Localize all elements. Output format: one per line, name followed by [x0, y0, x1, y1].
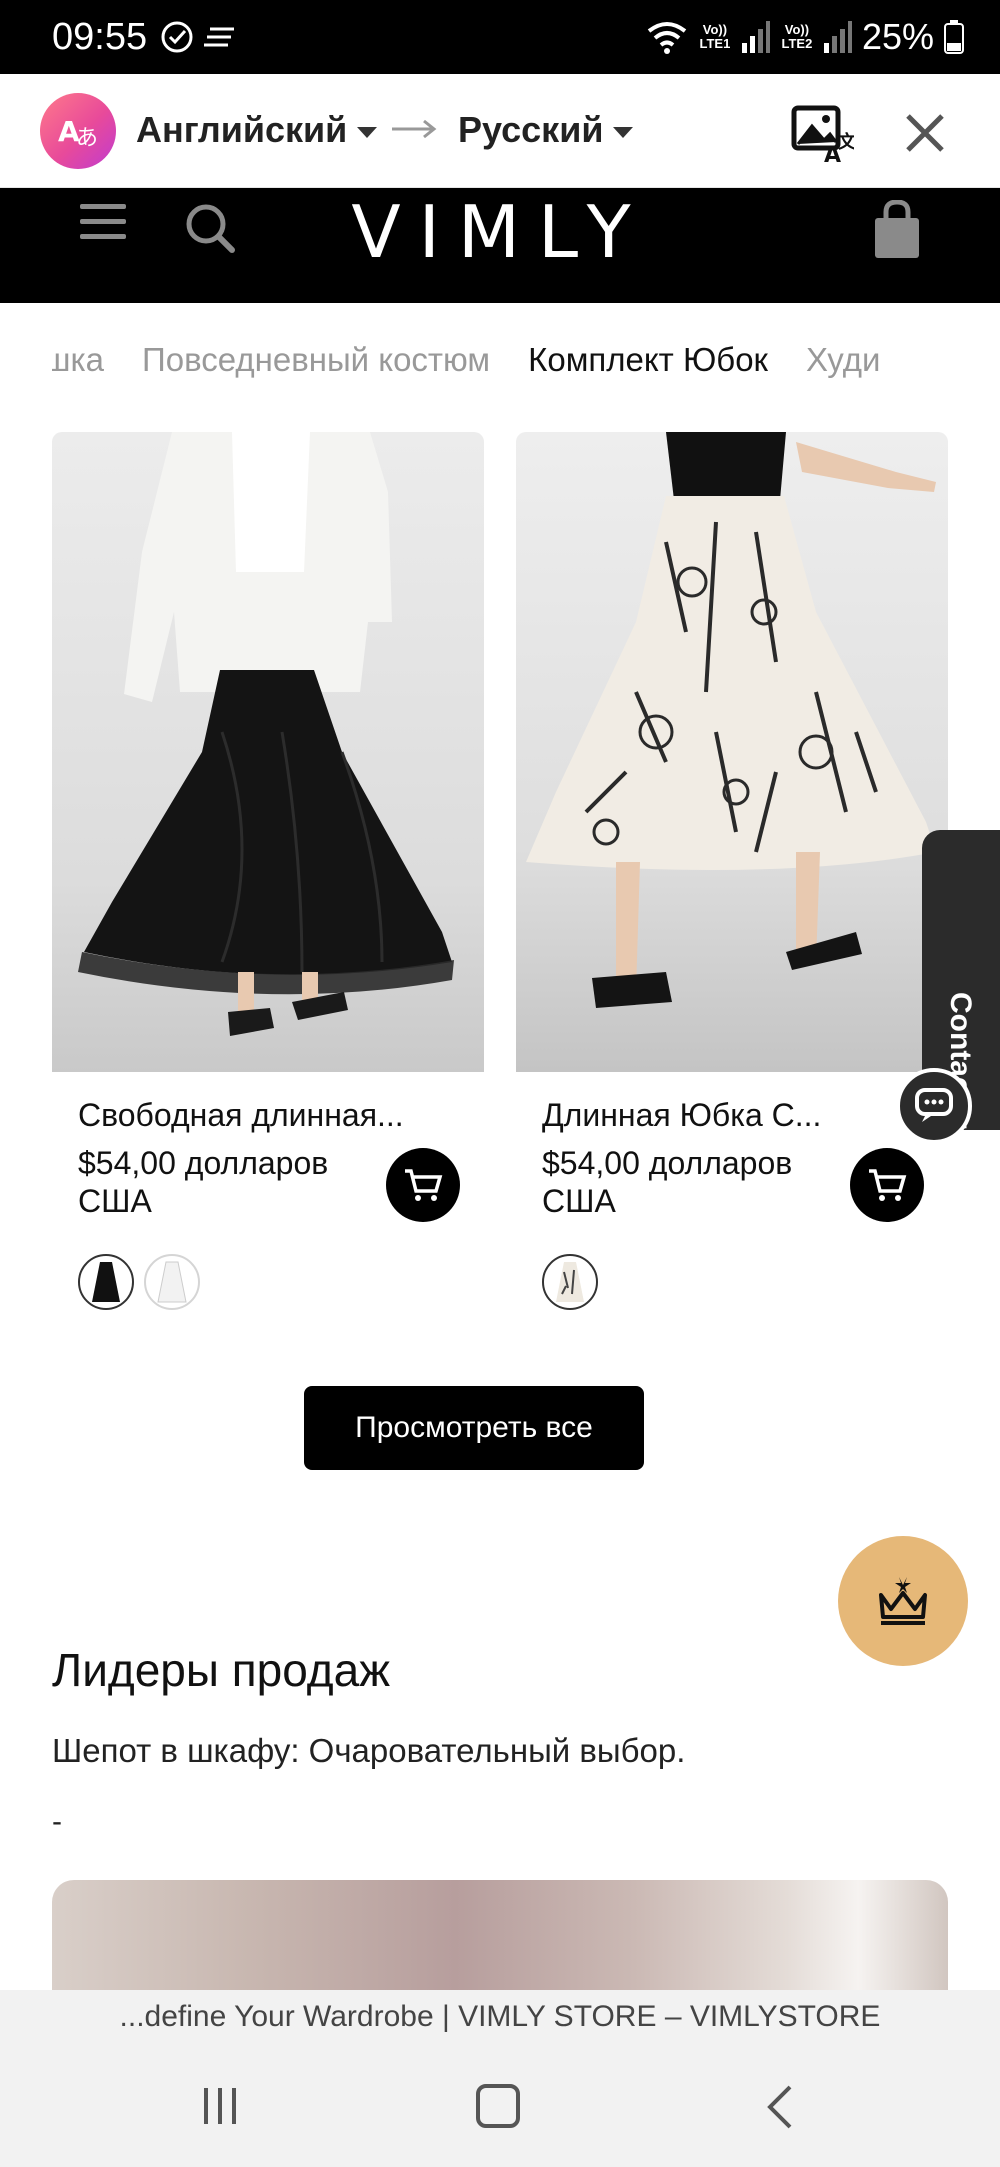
category-tab-active[interactable]: Комплект Юбок: [528, 335, 768, 385]
status-bar: 09:55 Vo)) LTE1 Vo)) LTE2 25%: [0, 0, 1000, 74]
status-right-icons: Vo)) LTE1 Vo)) LTE2 25%: [646, 14, 964, 60]
sim1-label: Vo)) LTE1: [699, 22, 731, 51]
translate-logo-icon[interactable]: A あ: [40, 93, 116, 169]
battery-icon: [944, 20, 964, 54]
check-circle-icon: [161, 21, 193, 53]
system-nav-bar: [0, 2044, 1000, 2167]
cart-icon: [869, 1169, 907, 1201]
swatch-white[interactable]: [144, 1254, 200, 1310]
chevron-down-icon: [357, 126, 378, 138]
notification-lines-icon: [204, 27, 234, 47]
signal-icon: [741, 21, 770, 53]
category-tab[interactable]: шка: [52, 335, 104, 385]
color-swatches: [78, 1254, 200, 1310]
battery-percent: 25%: [861, 16, 934, 57]
arrow-right-icon: [392, 119, 437, 139]
product-price: $54,00 долларов США: [78, 1145, 329, 1219]
site-header: VIMLY: [0, 188, 1000, 303]
svg-text:文: 文: [838, 131, 854, 153]
cart-icon: [405, 1169, 443, 1201]
product-price: $54,00 долларов США: [542, 1145, 793, 1219]
product-image[interactable]: [52, 432, 484, 1072]
shopping-bag-icon[interactable]: [872, 200, 922, 260]
bestsellers-title: Лидеры продаж: [52, 1644, 390, 1696]
target-language-label: Русский: [458, 109, 604, 150]
product-title[interactable]: Свободная длинная...: [78, 1094, 418, 1136]
site-logo[interactable]: VIMLY: [0, 192, 1000, 272]
color-swatches: [542, 1254, 598, 1310]
product-card[interactable]: Свободная длинная... $54,00 долларов США: [52, 432, 484, 1310]
status-time: 09:55: [52, 16, 148, 58]
category-tabs: шка Повседневный костюм Комплект Юбок Ху…: [52, 335, 948, 385]
category-tab[interactable]: Повседневный костюм: [142, 335, 490, 385]
swatch-floral-print[interactable]: [542, 1254, 598, 1310]
chevron-down-icon: [613, 126, 634, 138]
close-icon[interactable]: [900, 108, 950, 158]
add-to-cart-button[interactable]: [386, 1148, 460, 1222]
bestsellers-banner-image[interactable]: [52, 1880, 948, 1990]
contact-us-label: Contact us: [944, 992, 977, 1148]
bestsellers-dash: -: [52, 1805, 62, 1838]
chat-button[interactable]: [896, 1068, 972, 1144]
add-to-cart-button[interactable]: [850, 1148, 924, 1222]
source-language-label: Английский: [136, 109, 348, 150]
chat-icon: [915, 1088, 953, 1122]
category-tab[interactable]: Худи: [806, 335, 880, 385]
sim2-label: Vo)) LTE2: [781, 22, 813, 51]
source-language-select[interactable]: Английский: [136, 105, 378, 155]
translate-bar: A あ Английский Русский A 文: [0, 74, 1000, 188]
signal-icon: [823, 21, 852, 53]
image-translate-icon[interactable]: A 文: [790, 104, 854, 164]
bestsellers-subtitle: Шепот в шкафу: Очаровательный выбор.: [52, 1732, 686, 1769]
svg-text:あ: あ: [76, 126, 98, 151]
product-image[interactable]: [516, 432, 948, 1072]
home-icon[interactable]: [476, 2084, 520, 2128]
wifi-icon: [647, 22, 687, 54]
rewards-button[interactable]: [838, 1536, 968, 1666]
product-title[interactable]: Длинная Юбка С...: [542, 1094, 882, 1136]
status-left-icons: [160, 20, 238, 54]
page-title-bar[interactable]: ...define Your Wardrobe | VIMLY STORE – …: [0, 1990, 1000, 2044]
back-icon[interactable]: [764, 2084, 796, 2130]
target-language-select[interactable]: Русский: [458, 105, 634, 155]
crown-icon: [879, 1577, 927, 1625]
recent-apps-icon[interactable]: [200, 2086, 240, 2126]
product-card[interactable]: Длинная Юбка С... $54,00 долларов США: [516, 432, 948, 1310]
swatch-black[interactable]: [78, 1254, 134, 1310]
view-all-button[interactable]: Просмотреть все: [304, 1386, 644, 1470]
